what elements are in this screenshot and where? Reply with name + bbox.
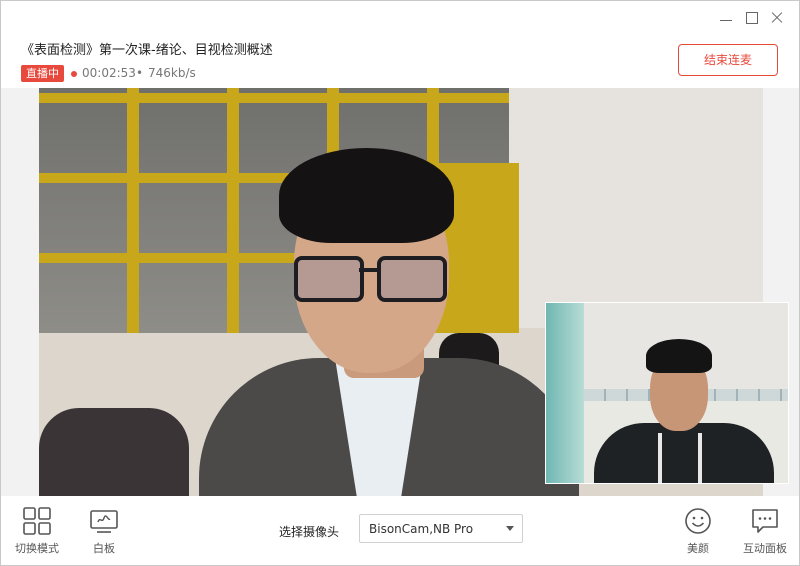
minimize-icon[interactable] xyxy=(717,9,735,27)
bottom-toolbar: 切换模式 白板 选择摄像头 BisonCam,NB Pro 美颜 互动面板 xyxy=(1,496,799,565)
camera-selected-value: BisonCam,NB Pro xyxy=(369,522,474,536)
chevron-down-icon xyxy=(506,526,514,531)
switch-mode-label: 切换模式 xyxy=(15,542,59,555)
presenter-glasses-right xyxy=(377,256,447,302)
video-area xyxy=(1,88,799,496)
pip-person-jacket xyxy=(594,423,774,483)
whiteboard-label: 白板 xyxy=(93,542,115,555)
course-title: 《表面检测》第一次课-绪论、目视检测概述 xyxy=(21,43,273,58)
bitrate: 746kb/s xyxy=(148,66,196,80)
interaction-panel-button[interactable]: 互动面板 xyxy=(735,506,795,556)
smiley-icon xyxy=(685,508,711,534)
status-separator: • xyxy=(136,66,144,80)
switch-mode-button[interactable]: 切换模式 xyxy=(7,506,67,556)
interaction-panel-label: 互动面板 xyxy=(743,542,787,555)
camera-select-label: 选择摄像头 xyxy=(279,525,340,539)
elapsed-time: 00:02:53 xyxy=(82,66,136,80)
pip-jacket-stripe xyxy=(698,433,702,483)
chat-bubble-icon xyxy=(752,509,778,533)
live-status-badge: 直播中 xyxy=(21,65,64,82)
presenter-glasses-left xyxy=(294,256,364,302)
beauty-label: 美颜 xyxy=(687,542,709,555)
close-icon[interactable] xyxy=(768,9,786,27)
whiteboard-icon xyxy=(90,510,118,533)
maximize-icon[interactable] xyxy=(743,9,761,27)
pip-video-feed[interactable] xyxy=(545,302,789,484)
pip-person-hair xyxy=(646,339,712,373)
presenter-glasses-bridge xyxy=(359,268,381,272)
pip-background-curtain xyxy=(546,303,584,483)
whiteboard-button[interactable]: 白板 xyxy=(74,506,134,556)
video-background-object xyxy=(39,408,189,496)
pip-jacket-stripe xyxy=(658,433,662,483)
end-call-button[interactable]: 结束连麦 xyxy=(678,44,778,76)
presenter-hair xyxy=(279,148,454,243)
camera-select[interactable]: BisonCam,NB Pro xyxy=(359,514,523,543)
app-window: 《表面检测》第一次课-绪论、目视检测概述 直播中 00:02:53 • 746k… xyxy=(0,0,800,566)
beauty-button[interactable]: 美颜 xyxy=(668,506,728,556)
grid-layout-icon xyxy=(23,507,51,535)
recording-dot-icon xyxy=(71,71,77,77)
